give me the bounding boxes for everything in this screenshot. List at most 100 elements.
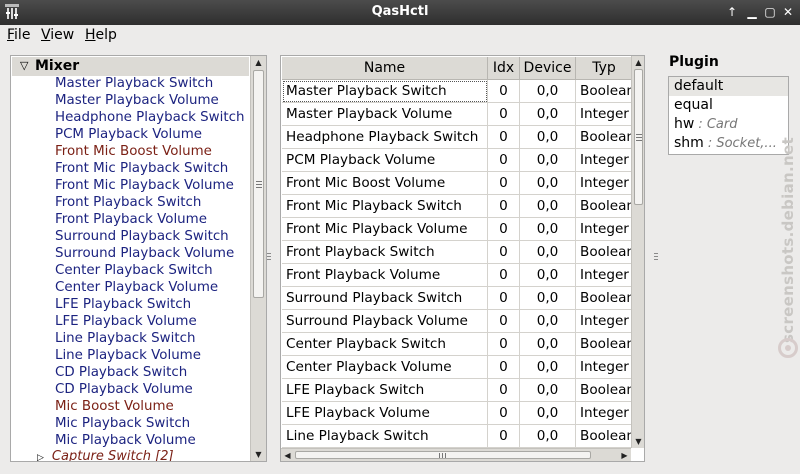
cell-idx: 0 xyxy=(488,287,520,310)
table-row[interactable]: Master Playback Volume 0 0,0 Integer xyxy=(282,103,632,126)
close-icon[interactable]: ✕ xyxy=(781,5,795,19)
plugin-item-desc: : Socket,... xyxy=(707,136,777,151)
table-row[interactable]: Center Playback Volume 0 0,0 Integer xyxy=(282,356,632,379)
cell-name: Front Mic Playback Volume xyxy=(282,218,488,241)
tree-root-mixer[interactable]: ▽ Mixer xyxy=(12,57,249,76)
tree-item[interactable]: CD Playback Switch xyxy=(55,364,244,381)
tree-item[interactable]: Front Playback Volume xyxy=(55,211,244,228)
table-row[interactable]: Front Mic Playback Volume 0 0,0 Integer xyxy=(282,218,632,241)
cell-device: 0,0 xyxy=(520,425,576,448)
expanded-arrow-icon[interactable]: ▽ xyxy=(20,59,28,72)
scroll-up-arrow-icon[interactable]: ▲ xyxy=(251,56,266,69)
cell-idx: 0 xyxy=(488,264,520,287)
tree-item[interactable]: Surround Playback Volume xyxy=(55,245,244,262)
tree-item[interactable]: LFE Playback Volume xyxy=(55,313,244,330)
keep-above-icon[interactable]: ↑ xyxy=(725,5,739,19)
maximize-icon[interactable]: ▢ xyxy=(763,5,777,19)
menu-help[interactable]: Help xyxy=(85,27,117,43)
cell-device: 0,0 xyxy=(520,80,576,103)
splitter-handle-right[interactable] xyxy=(654,253,658,262)
tree-item[interactable]: Mic Boost Volume xyxy=(55,398,244,415)
cell-type: Boolean xyxy=(576,425,632,448)
watermark-text: screenshots.debian.net xyxy=(779,137,797,343)
tree-item[interactable]: Surround Playback Switch xyxy=(55,228,244,245)
cell-idx: 0 xyxy=(488,333,520,356)
cell-name: Master Playback Volume xyxy=(282,103,488,126)
cell-device: 0,0 xyxy=(520,126,576,149)
tree-item[interactable]: Center Playback Volume xyxy=(55,279,244,296)
table-row[interactable]: LFE Playback Switch 0 0,0 Boolean xyxy=(282,379,632,402)
table-row[interactable]: Front Mic Playback Switch 0 0,0 Boolean xyxy=(282,195,632,218)
table-horizontal-scrollbar[interactable]: ◀ ▶ xyxy=(281,448,631,461)
tree-item[interactable]: Line Playback Volume xyxy=(55,347,244,364)
plugin-item-hw[interactable]: hw: Card xyxy=(669,115,788,134)
tree-item[interactable]: Front Mic Boost Volume xyxy=(55,143,244,160)
table-row[interactable]: Front Mic Boost Volume 0 0,0 Integer xyxy=(282,172,632,195)
tree-item[interactable]: CD Playback Volume xyxy=(55,381,244,398)
tree-item[interactable]: Line Playback Switch xyxy=(55,330,244,347)
tree-item[interactable]: Mic Playback Volume xyxy=(55,432,244,449)
table-row[interactable]: Surround Playback Switch 0 0,0 Boolean xyxy=(282,287,632,310)
tree-item[interactable]: Front Mic Playback Volume xyxy=(55,177,244,194)
table-row[interactable]: Master Playback Switch 0 0,0 Boolean xyxy=(282,80,632,103)
cell-type: Integer xyxy=(576,218,632,241)
cell-device: 0,0 xyxy=(520,264,576,287)
tree-vertical-scrollbar[interactable]: ▲ ▼ xyxy=(250,56,266,461)
scroll-right-arrow-icon[interactable]: ▶ xyxy=(618,449,631,461)
cell-device: 0,0 xyxy=(520,310,576,333)
tree-item[interactable]: Master Playback Switch xyxy=(55,75,244,92)
tree-item[interactable]: Mic Playback Switch xyxy=(55,415,244,432)
tree-item[interactable]: Front Mic Playback Switch xyxy=(55,160,244,177)
table-row[interactable]: Front Playback Volume 0 0,0 Integer xyxy=(282,264,632,287)
table-row[interactable]: Headphone Playback Switch 0 0,0 Boolean xyxy=(282,126,632,149)
scroll-up-arrow-icon[interactable]: ▲ xyxy=(632,56,644,69)
table-row[interactable]: Line Playback Switch 0 0,0 Boolean xyxy=(282,425,632,448)
menu-view[interactable]: View xyxy=(41,27,74,43)
table-row[interactable]: PCM Playback Volume 0 0,0 Integer xyxy=(282,149,632,172)
scrollbar-thumb[interactable] xyxy=(634,69,643,205)
tree-item[interactable]: Center Playback Switch xyxy=(55,262,244,279)
tree-item[interactable]: Master Playback Volume xyxy=(55,92,244,109)
cell-name: LFE Playback Volume xyxy=(282,402,488,425)
table-vertical-scrollbar[interactable]: ▲ ▼ xyxy=(631,56,644,448)
scroll-down-arrow-icon[interactable]: ▼ xyxy=(632,435,644,448)
cell-device: 0,0 xyxy=(520,103,576,126)
tree-item[interactable]: Headphone Playback Switch xyxy=(55,109,244,126)
tree-item[interactable]: LFE Playback Switch xyxy=(55,296,244,313)
plugin-item-equal[interactable]: equal xyxy=(669,96,788,115)
elements-table[interactable]: Name Idx Device Typ Master Playback Swit… xyxy=(280,55,645,462)
tree-item[interactable]: PCM Playback Volume xyxy=(55,126,244,143)
column-header-name[interactable]: Name xyxy=(282,57,488,80)
plugin-list[interactable]: default equal hw: Card shm: Socket,... xyxy=(668,76,789,155)
splitter-handle-left[interactable] xyxy=(267,253,271,262)
mixer-tree[interactable]: ▽ Mixer Master Playback Switch Master Pla… xyxy=(10,55,267,462)
table-row[interactable]: Center Playback Switch 0 0,0 Boolean xyxy=(282,333,632,356)
minimize-icon[interactable]: ▁ xyxy=(745,5,759,19)
tree-item[interactable]: Front Playback Switch xyxy=(55,194,244,211)
scroll-down-arrow-icon[interactable]: ▼ xyxy=(251,448,266,461)
cell-idx: 0 xyxy=(488,195,520,218)
column-header-device[interactable]: Device xyxy=(520,57,576,80)
column-header-idx[interactable]: Idx xyxy=(488,57,520,80)
table-row[interactable]: LFE Playback Volume 0 0,0 Integer xyxy=(282,402,632,425)
cell-idx: 0 xyxy=(488,356,520,379)
table-row[interactable]: Front Playback Switch 0 0,0 Boolean xyxy=(282,241,632,264)
cell-name: Front Mic Playback Switch xyxy=(282,195,488,218)
scrollbar-thumb[interactable] xyxy=(295,451,591,459)
cell-device: 0,0 xyxy=(520,241,576,264)
cell-device: 0,0 xyxy=(520,149,576,172)
scroll-left-arrow-icon[interactable]: ◀ xyxy=(281,449,294,461)
plugin-item-shm[interactable]: shm: Socket,... xyxy=(669,134,788,153)
column-header-type[interactable]: Typ xyxy=(576,57,632,80)
tree-item-capture-switch[interactable]: ▷ Capture Switch [2] xyxy=(37,448,174,461)
plugin-item-default[interactable]: default xyxy=(669,77,788,96)
cell-device: 0,0 xyxy=(520,356,576,379)
collapsed-arrow-icon[interactable]: ▷ xyxy=(37,453,44,461)
cell-type: Integer xyxy=(576,356,632,379)
cell-type: Integer xyxy=(576,310,632,333)
scrollbar-thumb[interactable] xyxy=(253,70,264,298)
cell-name: Surround Playback Volume xyxy=(282,310,488,333)
menu-file[interactable]: File xyxy=(7,27,30,43)
cell-idx: 0 xyxy=(488,402,520,425)
table-row[interactable]: Surround Playback Volume 0 0,0 Integer xyxy=(282,310,632,333)
